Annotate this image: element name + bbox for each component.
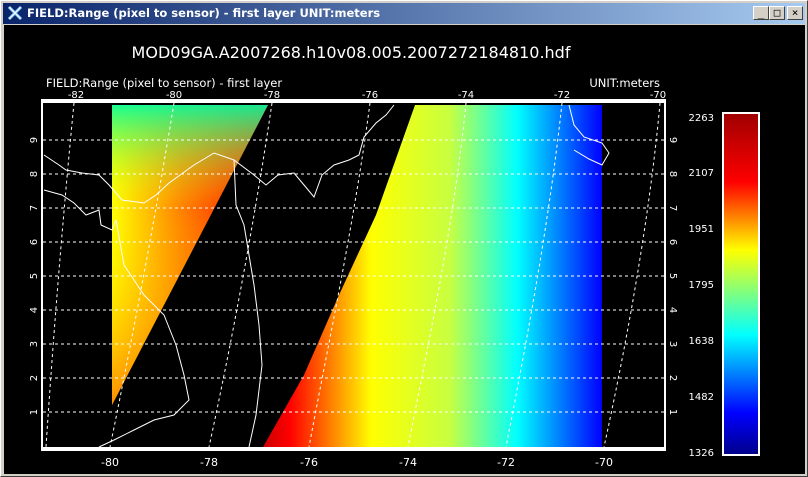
lon-tick: -74 [458,90,474,101]
lat-tick: 1 [29,409,40,415]
lon-tick: -74 [399,456,417,469]
color-bar-label: 2263 [689,113,714,124]
map-plot: MOD09GA.A2007268.h10v08.005.200727218481… [29,43,760,469]
right-lat-ticks: 1 2 3 4 5 6 7 8 9 [667,137,678,415]
close-button[interactable]: × [787,6,803,20]
lat-tick: 2 [29,375,40,381]
idl-x-icon [7,5,23,21]
color-bar-label: 1795 [689,280,714,291]
lon-tick: -70 [595,456,613,469]
color-bar [724,114,758,454]
color-bar-label: 1482 [689,392,714,403]
lon-tick: -76 [300,456,318,469]
color-bar-label: 2107 [689,168,714,179]
plot-canvas: MOD09GA.A2007268.h10v08.005.200727218481… [4,25,805,474]
lat-tick: 3 [29,341,40,347]
lat-tick: 7 [667,205,678,211]
maximize-button[interactable]: □ [769,6,785,20]
file-title: MOD09GA.A2007268.h10v08.005.200727218481… [132,43,571,62]
title-bar[interactable]: FIELD:Range (pixel to sensor) - first la… [3,3,805,24]
window-title: FIELD:Range (pixel to sensor) - first la… [27,6,381,20]
lon-tick: -76 [362,90,378,101]
lat-tick: 9 [667,137,678,143]
field-label: FIELD:Range (pixel to sensor) - first la… [46,76,282,90]
color-bar-labels: 2263 2107 1951 1795 1638 1482 1326 [689,113,714,459]
lat-tick: 2 [667,375,678,381]
lon-tick: -78 [200,456,218,469]
lat-tick: 5 [667,273,678,279]
left-lat-ticks: 1 2 3 4 5 6 7 8 9 [29,137,40,415]
bottom-lon-ticks: -80 -78 -76 -74 -72 -70 [101,456,613,469]
lon-tick: -72 [554,90,570,101]
lat-tick: 6 [667,239,678,245]
lon-tick: -78 [264,90,280,101]
lat-tick: 9 [29,137,40,143]
lat-tick: 1 [667,409,678,415]
unit-label: UNIT:meters [589,76,660,90]
lon-tick: -82 [68,90,84,101]
app-window: FIELD:Range (pixel to sensor) - first la… [0,0,808,477]
color-bar-label: 1951 [689,224,714,235]
lat-tick: 5 [29,273,40,279]
lat-tick: 7 [29,205,40,211]
lat-tick: 6 [29,239,40,245]
lat-tick: 8 [29,171,40,177]
color-bar-label: 1326 [689,448,714,459]
lat-tick: 4 [29,307,40,313]
minimize-button[interactable]: _ [753,6,769,20]
lon-tick: -72 [497,456,515,469]
lon-tick: -70 [650,90,666,101]
lat-tick: 4 [667,307,678,313]
color-bar-label: 1638 [689,336,714,347]
lon-tick: -80 [101,456,119,469]
lat-tick: 8 [667,171,678,177]
lat-tick: 3 [667,341,678,347]
lon-tick: -80 [166,90,182,101]
